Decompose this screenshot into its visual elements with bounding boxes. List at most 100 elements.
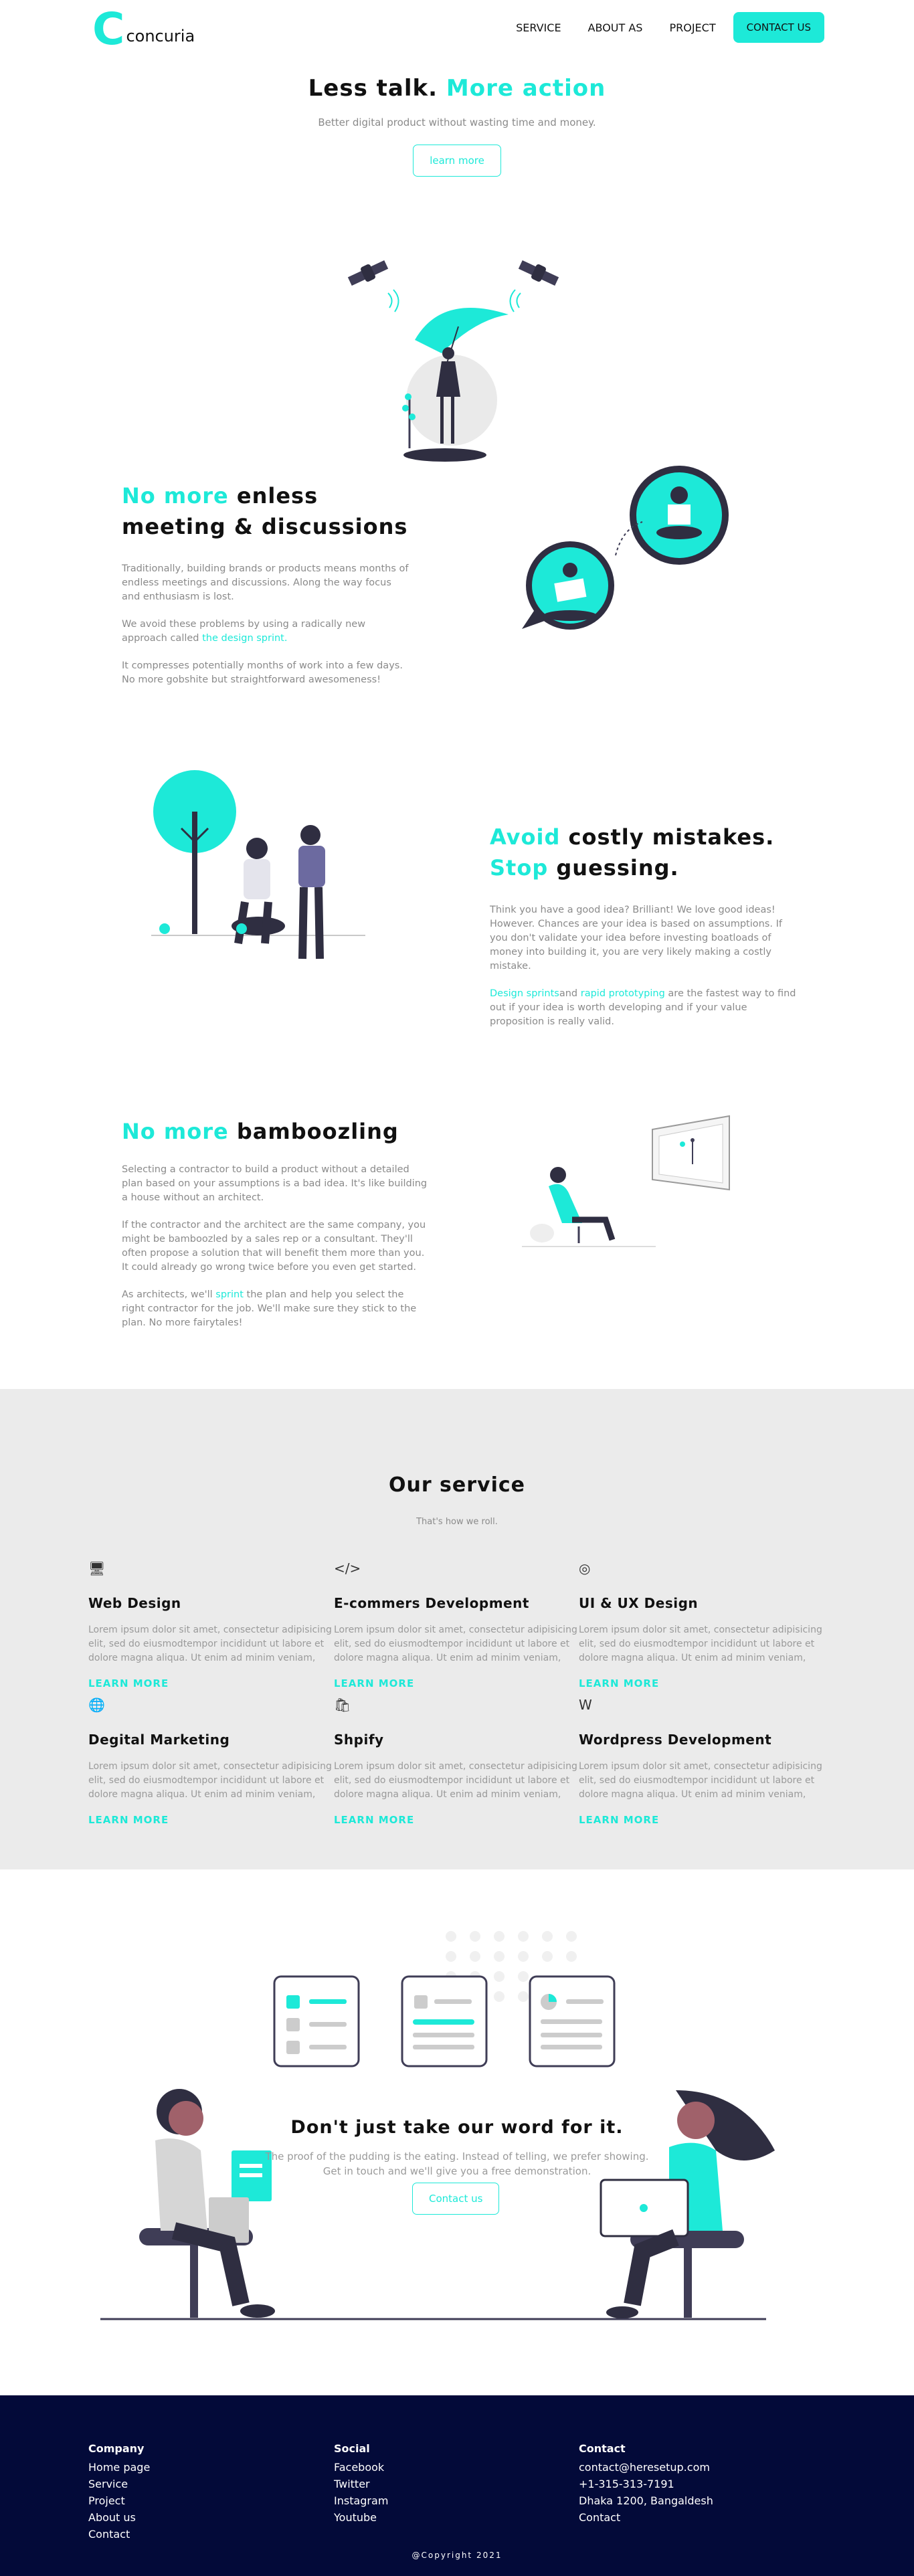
feature-bamboozling-text-3: As architects, we'll sprint the plan and… xyxy=(122,1288,430,1330)
footer-link[interactable]: Instagram xyxy=(334,2492,388,2509)
learn-more-link[interactable]: LEARN MORE xyxy=(334,1677,578,1689)
design-icon: ◎ xyxy=(579,1560,591,1576)
nav-about[interactable]: ABOUT AS xyxy=(588,21,643,34)
title-accent: Avoid xyxy=(490,824,561,850)
feature-bamboozling-text-2: If the contractor and the architect are … xyxy=(122,1220,426,1273)
globe-icon: 🌐 xyxy=(88,1697,105,1713)
services-section: Our service That's how we roll. 🖥 Web De… xyxy=(0,1389,914,1869)
footer-social-column: Social Facebook Twitter Instagram Youtub… xyxy=(334,2442,388,2526)
design-sprints-link[interactable]: Design sprints xyxy=(490,988,559,999)
service-title: Degital Marketing xyxy=(88,1732,230,1748)
hero-title-accent: More action xyxy=(446,75,606,102)
nav-project[interactable]: PROJECT xyxy=(669,21,715,34)
title-part: meeting & discussions xyxy=(122,514,408,539)
feature-meetings-text-3: It compresses potentially months of work… xyxy=(122,660,403,685)
service-title: Wordpress Development xyxy=(579,1732,772,1748)
title-part: enless xyxy=(236,483,318,509)
learn-more-link[interactable]: LEARN MORE xyxy=(88,1814,333,1826)
footer-link[interactable]: Youtube xyxy=(334,2509,388,2526)
footer-email[interactable]: contact@heresetup.com xyxy=(579,2459,713,2476)
hero-title-part: Less talk. xyxy=(308,75,438,102)
service-card-ecommerce: </> E-commers Development Lorem ipsum do… xyxy=(334,1560,578,1689)
feature-meetings-text-2: We avoid these problems by using a radic… xyxy=(122,618,409,646)
service-description: Lorem ipsum dolor sit amet, consectetur … xyxy=(579,1761,822,1800)
contact-us-button[interactable]: CONTACT US xyxy=(733,12,824,43)
feature-bamboozling-title: No more bamboozling xyxy=(122,1116,430,1147)
footer-heading: Contact xyxy=(579,2442,626,2455)
footer-company-column: Company Home page Service Project About … xyxy=(88,2442,150,2543)
feature-mistakes: Avoid costly mistakes. Stop guessing. Th… xyxy=(0,755,914,1083)
monitor-icon: 🖥 xyxy=(88,1560,106,1576)
feature-mistakes-text-1: Think you have a good idea? Brilliant! W… xyxy=(490,905,782,972)
footer-heading: Social xyxy=(334,2442,370,2455)
feature-meetings-title: No more enless meeting & discussions xyxy=(122,480,409,542)
logo[interactable]: C concuria xyxy=(92,3,195,55)
sprint-link[interactable]: sprint xyxy=(215,1289,244,1300)
logo-mark: C xyxy=(92,3,125,55)
rapid-prototyping-link[interactable]: rapid prototyping xyxy=(581,988,665,999)
title-accent: Stop xyxy=(490,855,549,881)
shopify-icon: 🛍 xyxy=(334,1697,351,1713)
footer-contact-column: Contact contact@heresetup.com +1-315-313… xyxy=(579,2442,713,2526)
learn-more-link[interactable]: LEARN MORE xyxy=(579,1677,823,1689)
footer-heading: Company xyxy=(88,2442,145,2455)
main-nav: SERVICE ABOUT AS PROJECT CONTACT US xyxy=(489,12,824,43)
feature-bamboozling-text-1: Selecting a contractor to build a produc… xyxy=(122,1164,428,1203)
service-title: E-commers Development xyxy=(334,1595,529,1611)
service-description: Lorem ipsum dolor sit amet, consectetur … xyxy=(334,1761,577,1800)
footer-address: Dhaka 1200, Bangaldesh xyxy=(579,2494,713,2507)
service-card-wordpress: W Wordpress Development Lorem ipsum dolo… xyxy=(579,1697,823,1826)
footer-link[interactable]: Facebook xyxy=(334,2459,388,2476)
text-line: Get in touch and we'll give you a free d… xyxy=(323,2165,591,2177)
site-header: C concuria SERVICE ABOUT AS PROJECT CONT… xyxy=(0,0,914,59)
learn-more-button[interactable]: learn more xyxy=(413,145,501,177)
learn-more-link[interactable]: LEARN MORE xyxy=(88,1677,333,1689)
presentation-illustration xyxy=(522,1115,730,1247)
logo-text: concuria xyxy=(126,27,195,45)
site-footer: Company Home page Service Project About … xyxy=(0,2395,914,2576)
service-description: Lorem ipsum dolor sit amet, consectetur … xyxy=(579,1625,822,1663)
footer-link[interactable]: Project xyxy=(88,2492,150,2509)
contact-us-outline-button[interactable]: Contact us xyxy=(412,2183,500,2215)
service-description: Lorem ipsum dolor sit amet, consectetur … xyxy=(88,1761,332,1800)
text-part: and xyxy=(559,988,581,999)
nav-service[interactable]: SERVICE xyxy=(516,21,561,34)
services-title: Our service xyxy=(388,1473,526,1497)
footer-link[interactable]: Service xyxy=(88,2476,150,2492)
testimonial-section: Don't just take our word for it. The pro… xyxy=(0,1869,914,2395)
text-line: The proof of the pudding is the eating. … xyxy=(265,2150,649,2163)
footer-link[interactable]: Home page xyxy=(88,2459,150,2476)
code-icon: </> xyxy=(334,1560,361,1576)
footer-phone[interactable]: +1-315-313-7191 xyxy=(579,2476,713,2492)
learn-more-link[interactable]: LEARN MORE xyxy=(334,1814,578,1826)
title-part: bamboozling xyxy=(236,1119,399,1144)
title-accent: No more xyxy=(122,1119,229,1144)
feature-meetings-text-1: Traditionally, building brands or produc… xyxy=(122,563,409,602)
title-part: costly mistakes. xyxy=(568,824,775,850)
service-card-web-design: 🖥 Web Design Lorem ipsum dolor sit amet,… xyxy=(88,1560,333,1689)
hero-subtitle: Better digital product without wasting t… xyxy=(318,116,596,128)
service-card-ui-ux: ◎ UI & UX Design Lorem ipsum dolor sit a… xyxy=(579,1560,823,1689)
service-card-digital-marketing: 🌐 Degital Marketing Lorem ipsum dolor si… xyxy=(88,1697,333,1826)
hero-title: Less talk. More action xyxy=(0,59,914,102)
people-conversation-illustration xyxy=(151,770,365,959)
feature-bamboozling: No more bamboozling Selecting a contract… xyxy=(0,1083,914,1389)
design-sprint-link[interactable]: the design sprint. xyxy=(202,633,287,644)
footer-link[interactable]: Contact xyxy=(88,2526,150,2543)
service-title: Shpify xyxy=(334,1732,384,1748)
feature-meetings: No more enless meeting & discussions Tra… xyxy=(0,466,914,755)
copyright: @Copyright 2021 xyxy=(412,2551,502,2560)
service-description: Lorem ipsum dolor sit amet, consectetur … xyxy=(334,1625,577,1663)
footer-link[interactable]: Contact xyxy=(579,2509,713,2526)
service-card-shopify: 🛍 Shpify Lorem ipsum dolor sit amet, con… xyxy=(334,1697,578,1826)
title-part: guessing. xyxy=(556,855,679,881)
footer-link[interactable]: Twitter xyxy=(334,2476,388,2492)
service-description: Lorem ipsum dolor sit amet, consectetur … xyxy=(88,1625,332,1663)
testimonial-title: Don't just take our word for it. xyxy=(290,2117,624,2138)
feature-mistakes-text-2: Design sprintsand rapid prototyping are … xyxy=(490,987,798,1029)
service-title: UI & UX Design xyxy=(579,1595,699,1611)
wordpress-icon: W xyxy=(579,1697,592,1713)
learn-more-link[interactable]: LEARN MORE xyxy=(579,1814,823,1826)
umbrella-illustration xyxy=(347,260,559,462)
footer-link[interactable]: About us xyxy=(88,2509,150,2526)
